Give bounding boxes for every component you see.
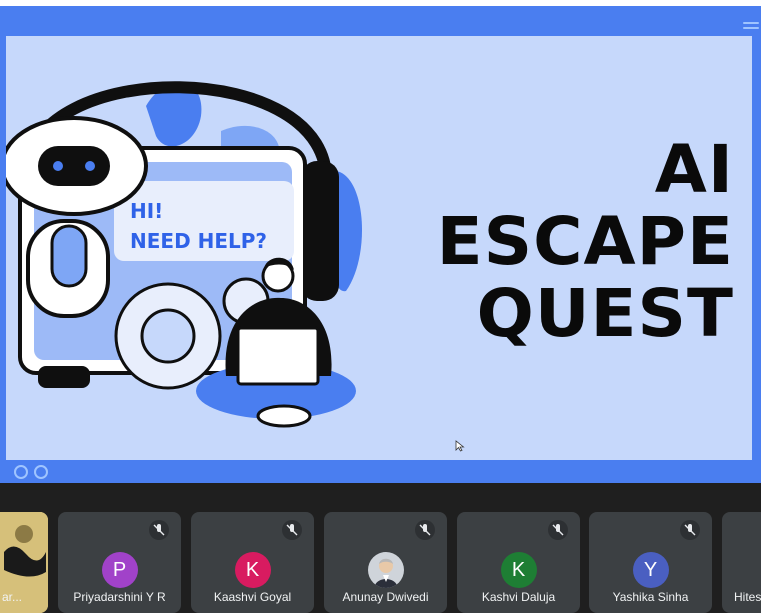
laptop: [236, 326, 320, 386]
participant-name: Hites: [734, 590, 761, 604]
avatar: Y: [632, 552, 669, 588]
avatar: P: [101, 552, 138, 588]
shoes: [256, 404, 312, 428]
mouse-cursor-icon: [455, 440, 465, 452]
participant-tile[interactable]: K Kashvi Daluja: [457, 512, 580, 613]
participant-name: Kashvi Daluja: [481, 590, 556, 604]
mic-off-icon: [415, 520, 435, 540]
title-line-3: QUEST: [476, 275, 734, 352]
slide-controls-bar: [6, 460, 752, 483]
window-top-strip: [0, 0, 761, 6]
participant-name: Anunay Dwivedi: [342, 590, 429, 604]
avatar: K: [234, 552, 271, 588]
participants-strip: ar... P Priyadarshini Y R K Kaashvi Goya…: [0, 500, 761, 613]
robot-visor: [38, 146, 110, 186]
presentation-stage: HI! NEED HELP? AI ESCAPE QUEST: [0, 0, 761, 483]
participant-tile[interactable]: Y Yashika Sinha: [589, 512, 712, 613]
participant-tile[interactable]: Hites: [722, 512, 761, 613]
slide-title: AI ESCAPE QUEST: [374, 134, 734, 350]
speech-bubble-text: HI! NEED HELP?: [130, 196, 267, 256]
title-line-2: ESCAPE: [436, 203, 734, 280]
participant-name: Kaashvi Goyal: [213, 590, 292, 604]
bubble-line-2: NEED HELP?: [130, 229, 268, 253]
participant-tile[interactable]: Anunay Dwivedi: [324, 512, 447, 613]
zoom-icon[interactable]: [14, 465, 28, 479]
mic-off-icon: [149, 520, 169, 540]
avatar: K: [500, 552, 537, 588]
avatar: [367, 552, 404, 588]
mic-off-icon: [548, 520, 568, 540]
presentation-slide: HI! NEED HELP? AI ESCAPE QUEST: [6, 36, 752, 460]
title-line-1: AI: [654, 131, 734, 208]
participant-name: Yashika Sinha: [612, 590, 689, 604]
bubble-line-1: HI!: [130, 199, 164, 223]
participant-tile[interactable]: P Priyadarshini Y R: [58, 512, 181, 613]
participant-name: Priyadarshini Y R: [73, 590, 166, 604]
more-options-icon[interactable]: [34, 465, 48, 479]
robot-base: [38, 366, 90, 388]
mic-off-icon: [680, 520, 700, 540]
participant-tile[interactable]: K Kaashvi Goyal: [191, 512, 314, 613]
participant-tile[interactable]: ar...: [0, 512, 48, 613]
participant-name: ar...: [2, 590, 23, 604]
hamburger-menu-icon[interactable]: [743, 22, 759, 32]
mic-off-icon: [282, 520, 302, 540]
